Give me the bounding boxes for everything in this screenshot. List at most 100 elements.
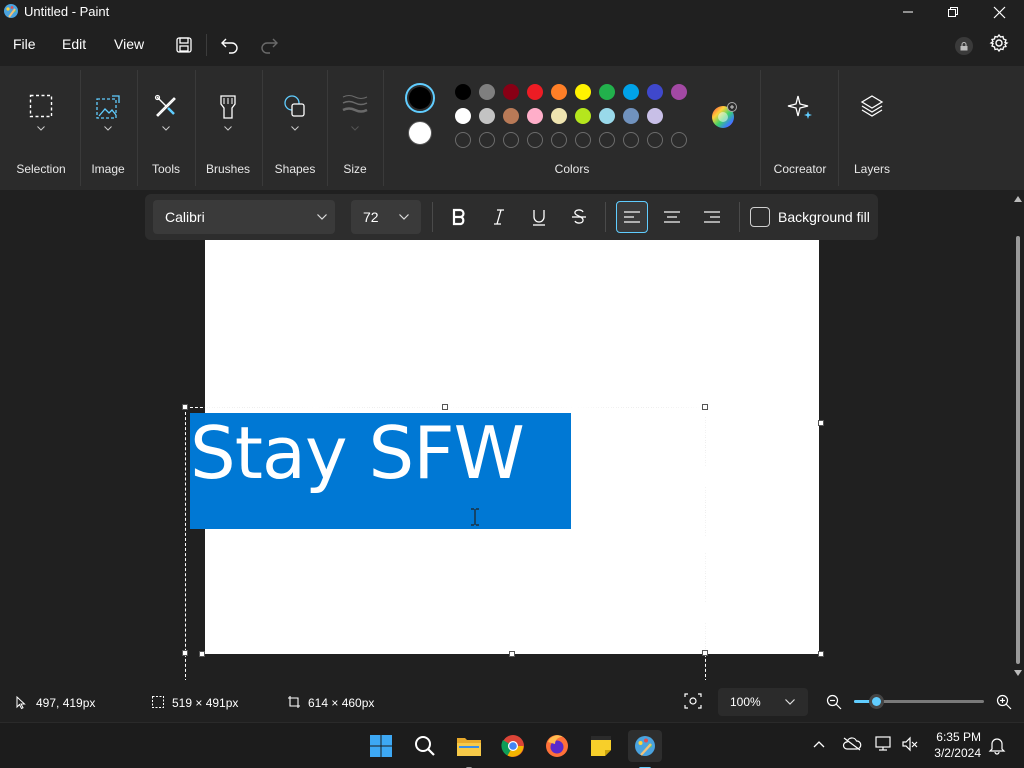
custom-color-slot[interactable] [503,132,519,148]
italic-button[interactable] [483,201,515,233]
scrollbar-thumb[interactable] [1016,236,1020,664]
resize-handle[interactable] [182,404,188,410]
custom-color-slot[interactable] [551,132,567,148]
resize-handle[interactable] [182,650,188,656]
color-swatch[interactable] [575,84,591,100]
secondary-color-button[interactable] [408,121,432,145]
primary-color-button[interactable] [405,83,435,113]
vertical-scrollbar[interactable] [1012,190,1024,680]
chrome-button[interactable] [497,730,529,762]
custom-color-slot[interactable] [575,132,591,148]
menu-view[interactable]: View [114,36,144,52]
color-swatch[interactable] [623,108,639,124]
show-hidden-icons-icon[interactable] [813,740,825,748]
custom-color-slot[interactable] [479,132,495,148]
tools-group[interactable]: Tools [140,66,192,190]
scroll-down-icon[interactable] [1014,670,1022,676]
undo-button[interactable] [217,33,243,57]
minimize-button[interactable] [885,0,931,24]
align-right-button[interactable] [696,201,728,233]
menu-edit[interactable]: Edit [62,36,86,52]
custom-color-slot[interactable] [671,132,687,148]
fit-to-window-button[interactable] [684,693,702,709]
align-left-button[interactable] [616,201,648,233]
color-swatch[interactable] [527,84,543,100]
color-swatch[interactable] [455,108,471,124]
custom-color-slot[interactable] [455,132,471,148]
canvas-resize-handle[interactable] [818,651,824,657]
account-button[interactable] [955,37,973,55]
strikethrough-button[interactable] [563,201,595,233]
canvas-resize-handle[interactable] [509,651,515,657]
color-swatch[interactable] [503,84,519,100]
redo-button[interactable] [256,33,282,57]
canvas-resize-handle[interactable] [818,420,824,426]
shapes-icon [283,94,307,118]
settings-button[interactable] [989,33,1009,53]
volume-muted-icon[interactable] [902,736,918,752]
edit-colors-button[interactable] [710,102,738,130]
bold-button[interactable] [443,201,475,233]
network-icon[interactable] [875,736,893,752]
underline-button[interactable] [523,201,555,233]
layers-group[interactable]: Layers [842,66,902,190]
lock-icon [960,41,968,50]
color-swatch[interactable] [647,84,663,100]
custom-color-slot[interactable] [623,132,639,148]
chevron-down-icon [291,126,299,131]
custom-color-slot[interactable] [647,132,663,148]
color-swatch[interactable] [647,108,663,124]
text-selection-border[interactable] [185,407,706,682]
shapes-group[interactable]: Shapes [265,66,325,190]
cocreator-group[interactable]: Cocreator [768,66,832,190]
resize-handle[interactable] [702,650,708,656]
color-swatch[interactable] [479,84,495,100]
paint-taskbar-button[interactable] [628,730,662,768]
image-label: Image [91,162,125,176]
color-swatch[interactable] [551,84,567,100]
color-swatch[interactable] [503,108,519,124]
close-button[interactable] [976,0,1022,24]
zoom-out-icon[interactable] [826,694,842,710]
image-group[interactable]: Image [82,66,134,190]
save-button[interactable] [171,33,197,57]
color-swatch[interactable] [671,84,687,100]
onedrive-offline-icon[interactable] [842,737,862,751]
ribbon-separator [838,70,839,186]
color-swatch[interactable] [599,84,615,100]
canvas-resize-handle[interactable] [199,651,205,657]
align-center-button[interactable] [656,201,688,233]
menu-file[interactable]: File [13,36,36,52]
resize-handle[interactable] [702,404,708,410]
zoom-slider-thumb[interactable] [869,694,884,709]
ribbon-separator [327,70,328,186]
notification-bell-icon[interactable] [988,736,1006,755]
color-swatch[interactable] [623,84,639,100]
zoom-level-select[interactable]: 100% [718,688,808,716]
color-swatch[interactable] [455,84,471,100]
selection-group[interactable]: Selection [6,66,76,190]
restore-button[interactable] [930,0,976,24]
color-swatch[interactable] [575,108,591,124]
color-swatch[interactable] [599,108,615,124]
font-family-select[interactable]: Calibri [153,200,335,234]
background-fill-checkbox[interactable] [750,207,770,227]
color-swatch[interactable] [479,108,495,124]
start-button[interactable] [365,730,397,762]
brushes-group[interactable]: Brushes [198,66,258,190]
custom-color-slot[interactable] [527,132,543,148]
scroll-up-icon[interactable] [1014,196,1022,202]
canvas-size-icon [288,696,300,708]
clock[interactable]: 6:35 PM 3/2/2024 [927,729,981,761]
search-button[interactable] [409,730,441,762]
firefox-button[interactable] [541,730,573,762]
custom-color-slot[interactable] [599,132,615,148]
resize-handle[interactable] [442,404,448,410]
zoom-slider[interactable] [854,694,984,709]
zoom-in-icon[interactable] [996,694,1012,710]
font-size-select[interactable]: 72 [351,200,421,234]
file-explorer-button[interactable] [453,730,485,768]
color-swatch[interactable] [551,108,567,124]
color-swatch[interactable] [527,108,543,124]
sticky-notes-button[interactable] [585,730,617,762]
